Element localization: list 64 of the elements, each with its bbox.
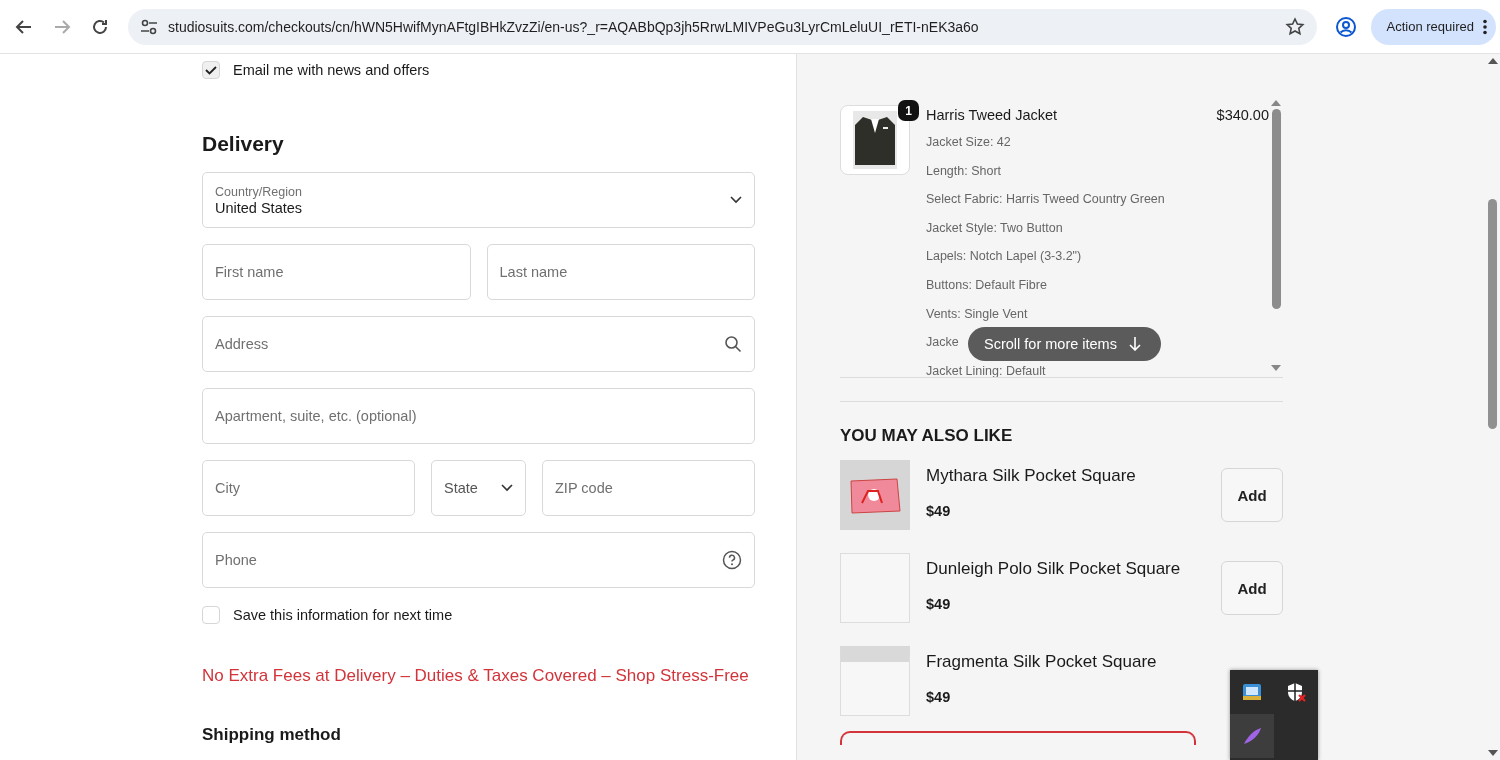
product-price: $49 bbox=[926, 689, 952, 705]
more-icon bbox=[1482, 18, 1488, 35]
scroll-hint-button[interactable]: Scroll for more items bbox=[968, 327, 1161, 361]
feather-icon[interactable] bbox=[1242, 726, 1262, 746]
add-button[interactable]: Add bbox=[1221, 468, 1283, 522]
product-name: Harris Tweed Jacket bbox=[926, 107, 1058, 123]
country-select[interactable]: Country/Region United States bbox=[202, 172, 755, 228]
product-option: Jacket Lining: Default bbox=[926, 362, 1046, 377]
product-option: Lapels: Notch Lapel (3-3.2") bbox=[926, 248, 1082, 266]
checkbox[interactable] bbox=[202, 61, 220, 79]
checkbox[interactable] bbox=[202, 606, 220, 624]
field-value: United States bbox=[215, 199, 304, 216]
input-field[interactable]: First name bbox=[202, 244, 471, 300]
scroll-up-icon bbox=[1271, 100, 1281, 106]
product-name: Fragmenta Silk Pocket Square bbox=[926, 652, 1158, 672]
scrollbar[interactable] bbox=[1271, 109, 1281, 309]
select-placeholder: State bbox=[444, 480, 479, 496]
product-option: Vents: Single Vent bbox=[926, 305, 1028, 324]
shield-warning-icon[interactable] bbox=[1286, 682, 1306, 702]
star-icon[interactable] bbox=[1284, 16, 1305, 37]
search-icon bbox=[724, 335, 742, 353]
checkbox-label: Save this information for next time bbox=[233, 607, 453, 623]
scroll-down-icon bbox=[1271, 365, 1281, 371]
scrollbar[interactable] bbox=[1488, 199, 1497, 429]
product-option: Jacket Size: 42 bbox=[926, 134, 1011, 152]
checkbox-label: Email me with news and offers bbox=[233, 62, 430, 78]
action-required-button[interactable]: Action required bbox=[1370, 8, 1496, 45]
input-field[interactable]: Apartment, suite, etc. (optional) bbox=[202, 388, 755, 444]
profile-icon[interactable] bbox=[1334, 15, 1357, 38]
jacket-drawing bbox=[853, 111, 897, 169]
scroll-down-icon bbox=[1487, 750, 1498, 756]
arrow-down-icon bbox=[1128, 337, 1141, 351]
product-option: Select Fabric: Harris Tweed Country Green bbox=[926, 191, 1165, 209]
section-heading: Delivery bbox=[202, 132, 285, 156]
input-field[interactable]: Last name bbox=[486, 244, 755, 300]
product-name: Mythara Silk Pocket Square bbox=[926, 466, 1137, 486]
product-option: Length: Short bbox=[926, 162, 1002, 181]
product-price: $340.00 bbox=[1216, 107, 1269, 123]
quantity-badge: 1 bbox=[898, 100, 919, 121]
add-button[interactable]: Add bbox=[1221, 561, 1283, 615]
input-field[interactable]: Address bbox=[202, 316, 755, 372]
chevron-down-icon bbox=[501, 484, 513, 492]
state-select[interactable]: State bbox=[431, 460, 526, 516]
promo-notice: No Extra Fees at Delivery – Duties & Taxes Covered – Shop Stress-Free bbox=[202, 666, 750, 686]
scroll-up-icon bbox=[1487, 58, 1498, 64]
help-icon bbox=[722, 550, 742, 570]
remote-desktop-icon[interactable] bbox=[1242, 682, 1262, 702]
product-thumbnail bbox=[840, 646, 910, 716]
chevron-down-icon bbox=[730, 196, 742, 204]
section-heading: YOU MAY ALSO LIKE bbox=[840, 426, 1014, 446]
product-option: Jacke bbox=[926, 334, 959, 352]
section-heading: Shipping method bbox=[202, 725, 342, 745]
input-field[interactable]: City bbox=[202, 460, 415, 516]
product-thumbnail bbox=[840, 553, 910, 623]
product-option: Jacket Style: Two Button bbox=[926, 219, 1063, 238]
input-field[interactable]: ZIP code bbox=[542, 460, 755, 516]
product-name: Dunleigh Polo Silk Pocket Square bbox=[926, 559, 1182, 579]
field-label: Country/Region bbox=[215, 184, 303, 199]
site-settings-icon[interactable] bbox=[140, 17, 158, 36]
product-price: $49 bbox=[926, 596, 952, 612]
pocket-square-drawing bbox=[848, 475, 902, 515]
product-option: Buttons: Default Fibre bbox=[926, 276, 1047, 295]
product-price: $49 bbox=[926, 503, 952, 519]
input-field[interactable]: Phone bbox=[202, 532, 755, 588]
